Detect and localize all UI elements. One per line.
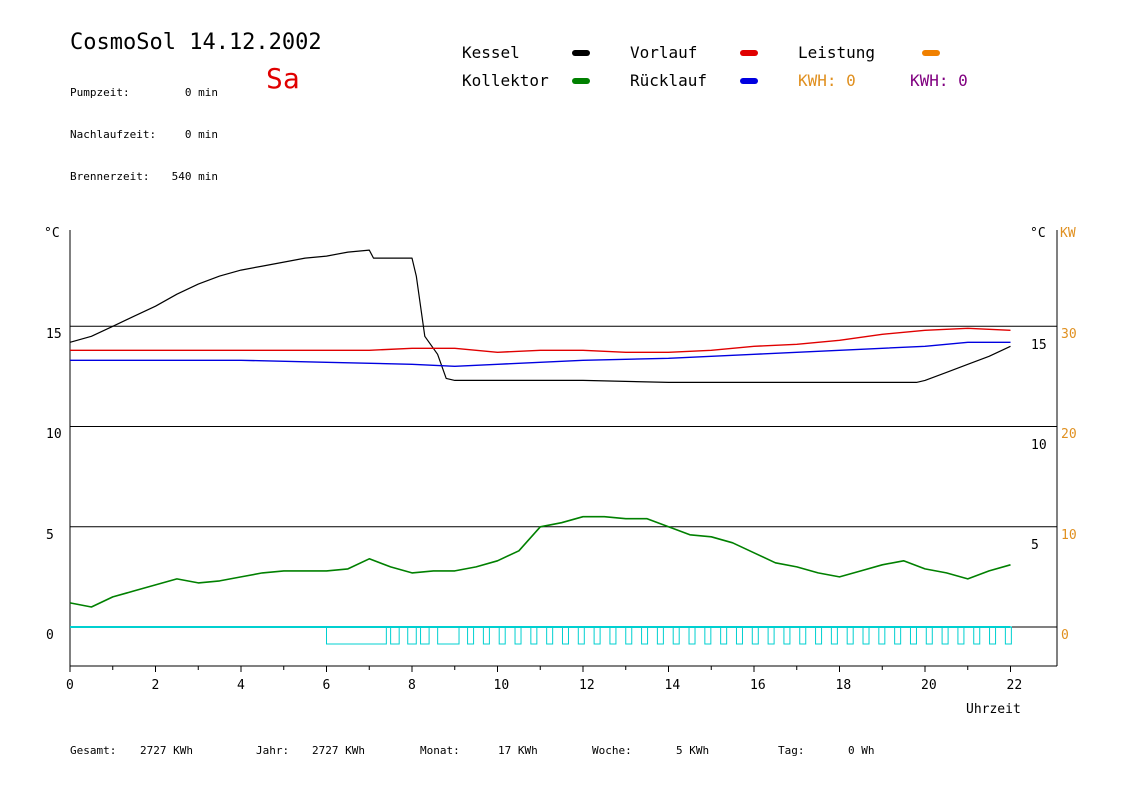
- pump-pulse: [830, 626, 838, 645]
- pump-pulse: [815, 626, 823, 645]
- pump-pulse: [514, 626, 522, 645]
- pump-segment: [407, 626, 417, 645]
- pump-pulse: [672, 626, 680, 645]
- grid: [70, 325, 1057, 628]
- pump-pulse: [989, 626, 997, 645]
- footer-monat-label: Monat:: [420, 744, 460, 757]
- pump-pulse: [577, 626, 585, 645]
- pump-pulse: [688, 626, 696, 645]
- footer-tag-label: Tag:: [778, 744, 805, 757]
- pump-indicator: [70, 626, 1012, 645]
- footer-tag-value: 0 Wh: [848, 744, 875, 757]
- pump-pulse: [973, 626, 981, 645]
- pump-pulse: [894, 626, 902, 645]
- series-lines: [69, 249, 1011, 608]
- pump-segment: [437, 626, 460, 645]
- pump-pulse: [530, 626, 538, 645]
- pump-pulse: [878, 626, 886, 645]
- pump-pulse: [941, 626, 949, 645]
- pump-pulse: [751, 626, 759, 645]
- pump-pulse: [498, 626, 506, 645]
- axes: [69, 230, 1058, 672]
- footer-monat-value: 17 KWh: [498, 744, 538, 757]
- footer-woche-value: 5 KWh: [676, 744, 710, 757]
- pump-segment: [390, 626, 400, 645]
- pump-pulse: [909, 626, 917, 645]
- pump-pulse: [735, 626, 743, 645]
- pump-pulse: [925, 626, 933, 645]
- series-line-ruecklauf: [70, 341, 1011, 367]
- pump-pulse: [656, 626, 664, 645]
- pump-pulse: [1004, 626, 1012, 645]
- footer-woche-label: Woche:: [592, 744, 632, 757]
- pump-pulse: [862, 626, 870, 645]
- pump-segment: [420, 626, 430, 645]
- pump-pulse: [957, 626, 965, 645]
- pump-pulse: [767, 626, 775, 645]
- pump-pulse: [561, 626, 569, 645]
- series-line-kollektor: [69, 515, 1011, 608]
- pump-pulse: [704, 626, 712, 645]
- pump-pulse: [799, 626, 807, 645]
- pump-pulse: [625, 626, 633, 645]
- pump-pulse: [846, 626, 854, 645]
- pump-pulse: [593, 626, 601, 645]
- pump-pulse: [467, 626, 475, 645]
- footer-gesamt-label: Gesamt:: [70, 744, 117, 757]
- footer-jahr-value: 2727 KWh: [312, 744, 365, 757]
- pump-pulse: [609, 626, 617, 645]
- footer-gesamt-value: 2727 KWh: [140, 744, 193, 757]
- temperature-chart: [69, 230, 1058, 672]
- pump-pulse: [783, 626, 791, 645]
- pump-pulse: [720, 626, 728, 645]
- pump-pulse: [546, 626, 554, 645]
- footer-jahr-label: Jahr:: [256, 744, 290, 757]
- pump-segment: [326, 626, 387, 645]
- pump-pulse: [482, 626, 490, 645]
- pump-pulse: [641, 626, 649, 645]
